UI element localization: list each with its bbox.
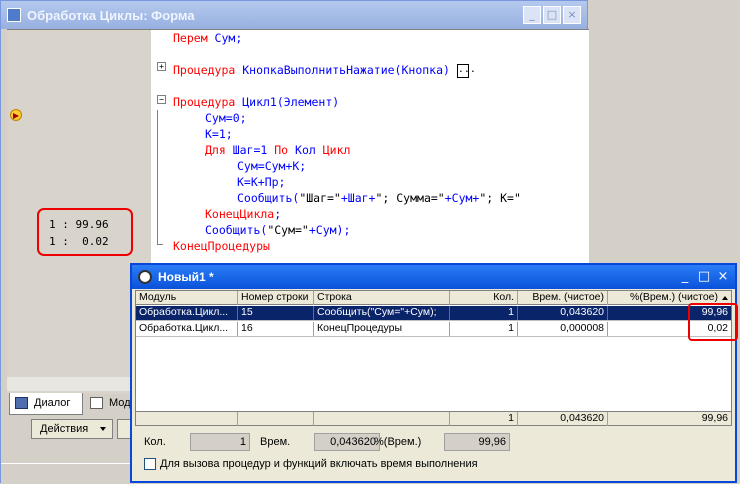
code-line: Перем Сум; (173, 31, 243, 45)
dots-button[interactable]: ... (456, 63, 476, 78)
code-line: Сум=Сум+К; (237, 159, 307, 173)
time-field[interactable]: 0,043620 (314, 433, 380, 451)
fold-expand-icon[interactable]: + (157, 62, 166, 71)
column-header-module[interactable]: Модуль (136, 291, 238, 305)
code-line: КонецПроцедуры (173, 239, 270, 253)
minimize-button[interactable]: _ (523, 6, 541, 24)
count-label: Кол. (144, 436, 166, 448)
footer-time: 0,043620 (518, 412, 608, 426)
form-tabs: Диалог Модуль (7, 391, 148, 415)
close-button[interactable]: × (563, 6, 581, 24)
status-bar (1, 463, 131, 484)
code-line: К=1; (205, 127, 233, 141)
count-field[interactable]: 1 (190, 433, 250, 451)
cell-time: 0,000008 (518, 322, 608, 336)
table-header: Модуль Номер строки Строка Кол. Врем. (ч… (136, 291, 731, 305)
minimize-button[interactable]: _ (676, 268, 694, 286)
cell-line-number: 16 (238, 322, 314, 336)
dialog-icon (15, 397, 28, 409)
summary-row: Кол. 1 Врем. 0,043620 %(Врем.) 99,96 (144, 433, 734, 453)
column-header-line-number[interactable]: Номер строки (238, 291, 314, 305)
fold-collapse-icon[interactable]: − (157, 95, 166, 104)
main-title-bar[interactable]: Обработка Циклы: Форма (1, 1, 587, 29)
maximize-button[interactable]: □ (695, 268, 713, 286)
maximize-button[interactable]: □ (543, 6, 561, 24)
column-header-count[interactable]: Кол. (450, 291, 518, 305)
code-line: Сообщить("Сум="+Сум); (205, 223, 351, 237)
code-line: Для Шаг=1 По Кол Цикл (205, 143, 351, 157)
table-footer: 1 0,043620 99,96 (136, 411, 731, 426)
result-line-1: 1 : 99.96 (49, 218, 109, 231)
percent-label: %(Врем.) (374, 436, 422, 448)
performance-window-title: Новый1 * (158, 270, 214, 284)
fold-end (157, 244, 163, 245)
percent-field[interactable]: 99,96 (444, 433, 510, 451)
measurement-table[interactable]: Модуль Номер строки Строка Кол. Врем. (ч… (135, 290, 732, 426)
form-icon (7, 8, 21, 22)
include-time-checkbox[interactable] (144, 458, 156, 470)
fold-line (157, 110, 158, 244)
module-icon (90, 397, 103, 409)
current-line-arrow-icon (10, 109, 22, 121)
cell-count: 1 (450, 322, 518, 336)
code-line: К=К+Пр; (237, 175, 286, 189)
performance-window: Новый1 * _ □ × Модуль Номер строки Строк… (130, 263, 737, 483)
stopwatch-icon (138, 270, 152, 284)
performance-title-bar[interactable]: Новый1 * (132, 265, 735, 289)
tab-dialog[interactable]: Диалог (9, 393, 83, 415)
toolbar-button[interactable] (117, 419, 131, 439)
main-window-title: Обработка Циклы: Форма (27, 7, 195, 23)
table-row[interactable]: Обработка.Цикл... 16 КонецПроцедуры 1 0,… (136, 322, 731, 337)
cell-module: Обработка.Цикл... (136, 306, 238, 320)
include-time-label: Для вызова процедур и функций включать в… (160, 458, 478, 470)
code-line: КонецЦикла; (205, 207, 282, 221)
code-line: Сообщить("Шаг="+Шаг+"; Сумма="+Сум+"; К=… (237, 191, 521, 205)
time-label: Врем. (260, 436, 291, 448)
result-line-2: 1 : 0.02 (49, 235, 109, 248)
code-line: Процедура Цикл1(Элемент) (173, 95, 340, 109)
cell-module: Обработка.Цикл... (136, 322, 238, 336)
cell-line: КонецПроцедуры (314, 322, 450, 336)
actions-button[interactable]: Действия (31, 419, 113, 439)
chevron-down-icon (100, 427, 106, 431)
highlight-box (688, 303, 738, 341)
footer-count: 1 (450, 412, 518, 426)
code-line: Процедура КнопкаВыполнитьНажатие(Кнопка)… (173, 63, 476, 78)
close-button[interactable]: × (714, 268, 732, 286)
include-time-row[interactable]: Для вызова процедур и функций включать в… (144, 458, 478, 470)
cell-count: 1 (450, 306, 518, 320)
cell-line: Сообщить("Сум="+Сум); (314, 306, 450, 320)
footer-percent: 99,96 (701, 412, 728, 424)
table-row[interactable]: Обработка.Цикл... 15 Сообщить("Сум="+Сум… (136, 306, 731, 321)
column-header-time[interactable]: Врем. (чистое) (518, 291, 608, 305)
cell-time: 0,043620 (518, 306, 608, 320)
column-header-line[interactable]: Строка (314, 291, 450, 305)
result-values-box: 1 : 99.96 1 : 0.02 (37, 208, 133, 256)
code-line: Сум=0; (205, 111, 247, 125)
cell-line-number: 15 (238, 306, 314, 320)
sort-up-icon (722, 296, 728, 300)
